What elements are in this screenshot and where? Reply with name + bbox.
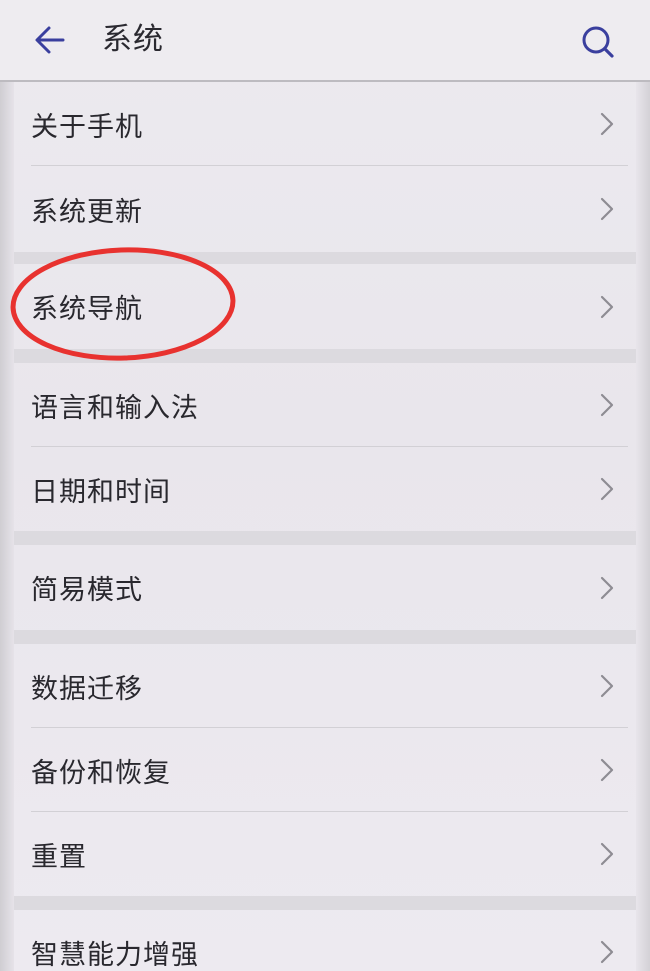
settings-item-label: 重置 (31, 841, 87, 873)
chevron-right-icon (600, 576, 614, 599)
settings-item-label: 系统更新 (31, 196, 143, 228)
settings-item-label: 智慧能力增强 (31, 939, 199, 971)
page-title: 系统 (102, 22, 164, 57)
chevron-right-icon (600, 197, 614, 221)
group-separator (14, 252, 636, 264)
settings-item-data-migration[interactable]: 数据迁移 (0, 644, 650, 728)
chevron-right-icon (600, 758, 614, 782)
settings-item-simple-mode[interactable]: 简易模式 (0, 545, 650, 630)
settings-item-backup-restore[interactable]: 备份和恢复 (0, 728, 650, 812)
settings-item-smart-enhancement[interactable]: 智慧能力增强 (0, 910, 650, 971)
chevron-right-icon (600, 940, 614, 964)
search-icon (582, 26, 614, 58)
group-separator (14, 349, 636, 363)
group-separator (14, 630, 636, 644)
chevron-right-icon (600, 295, 614, 318)
search-button[interactable] (574, 18, 622, 66)
settings-item-language-input[interactable]: 语言和输入法 (0, 363, 650, 447)
group-separator (14, 531, 636, 545)
settings-screen: 系统 关于手机 系统更新 系统导航 语言和输入法 日期和时间 简易模式 数据迁移… (0, 0, 650, 971)
settings-item-date-time[interactable]: 日期和时间 (0, 447, 650, 531)
arrow-left-icon (35, 26, 65, 54)
settings-item-label: 关于手机 (31, 111, 143, 143)
settings-item-label: 系统导航 (31, 294, 143, 325)
settings-item-label: 数据迁移 (31, 673, 143, 705)
chevron-right-icon (600, 393, 614, 417)
settings-item-about-phone[interactable]: 关于手机 (0, 82, 650, 166)
chevron-right-icon (600, 477, 614, 501)
settings-item-system-update[interactable]: 系统更新 (0, 166, 650, 252)
top-app-bar: 系统 (0, 0, 650, 82)
settings-item-label: 语言和输入法 (31, 392, 199, 424)
settings-item-label: 备份和恢复 (31, 757, 171, 789)
group-separator (14, 896, 636, 910)
chevron-right-icon (600, 842, 614, 866)
settings-item-reset[interactable]: 重置 (0, 812, 650, 896)
settings-item-label: 简易模式 (31, 575, 143, 606)
chevron-right-icon (600, 674, 614, 698)
chevron-right-icon (600, 112, 614, 136)
back-button[interactable] (28, 18, 72, 62)
settings-item-label: 日期和时间 (31, 476, 171, 508)
settings-item-system-navigation[interactable]: 系统导航 (0, 264, 650, 349)
